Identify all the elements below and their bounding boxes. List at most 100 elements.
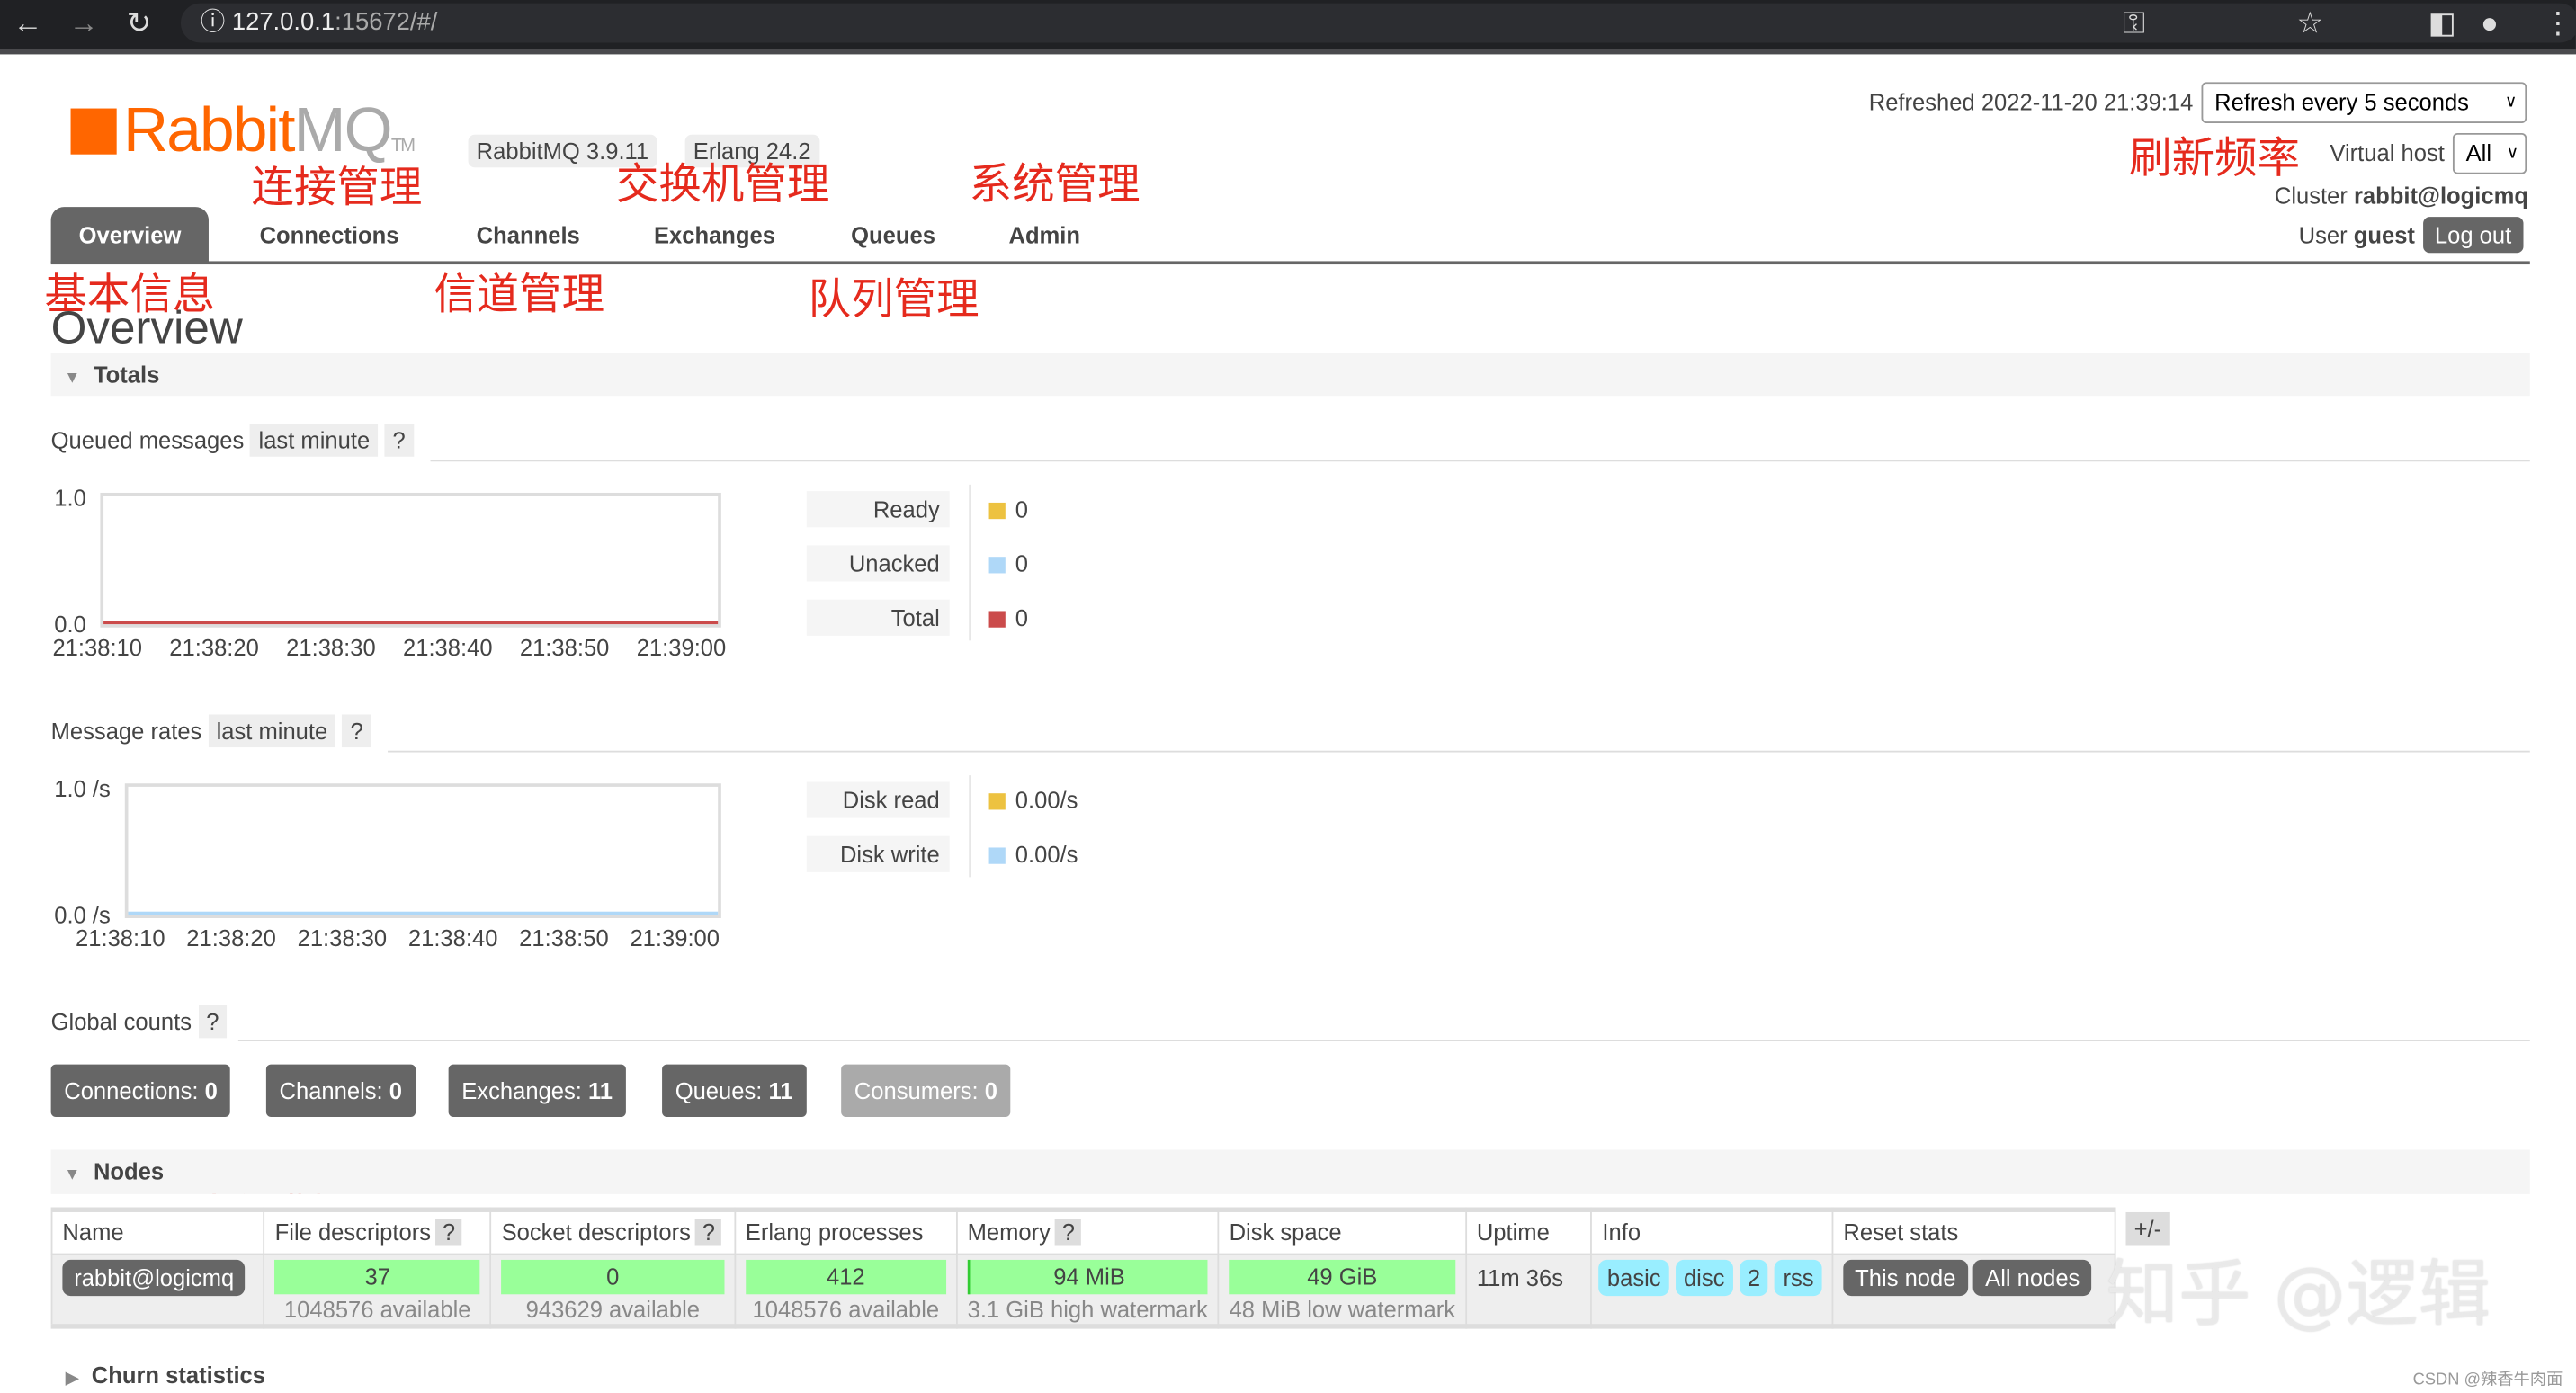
cluster-info: Cluster rabbit@logicmq (2275, 183, 2528, 209)
logo-text-mq: MQ (293, 96, 393, 166)
info-badge: 2 (1739, 1259, 1769, 1297)
channels-count-button[interactable]: Channels: 0 (265, 1064, 416, 1118)
col-disk-space: Disk space (1217, 1209, 1467, 1255)
count-value: 11 (588, 1077, 613, 1104)
disk-write-swatch (988, 847, 1006, 864)
disk-write-value: 0.00/s (1015, 841, 1078, 868)
vhost-select[interactable]: All ∨ (2452, 132, 2527, 174)
tab-queues[interactable]: Queues (851, 207, 935, 263)
total-series-line (103, 621, 719, 625)
chevron-down-icon: ∨ (2506, 144, 2519, 163)
count-value: 0 (984, 1077, 997, 1104)
annotation-exchanges: 交换机管理 (615, 160, 830, 210)
churn-title: Churn statistics (91, 1362, 266, 1389)
disk-read-value: 0.00/s (1015, 786, 1078, 814)
reset-all-nodes-button[interactable]: All nodes (1973, 1259, 2092, 1297)
unacked-swatch (988, 557, 1006, 574)
rates-range-button[interactable]: last minute (208, 714, 336, 748)
total-value: 0 (1015, 604, 1029, 631)
watermark: 知乎 @逻辑 (2106, 1253, 2491, 1337)
help-button[interactable]: ? (384, 424, 414, 457)
star-icon[interactable]: ☆ (2296, 6, 2322, 40)
header-label: Socket descriptors (501, 1219, 691, 1246)
cluster-name: rabbit@logicmq (2353, 182, 2528, 209)
refresh-interval-select[interactable]: Refresh every 5 seconds ∨ (2201, 82, 2527, 123)
header-label: File descriptors (274, 1219, 432, 1246)
y-tick-top: 1.0 (54, 484, 86, 512)
exchanges-count-button[interactable]: Exchanges: 11 (448, 1064, 626, 1118)
triangle-down-icon: ▼ (64, 1165, 81, 1184)
churn-section-header[interactable]: ▶ Churn statistics (66, 1362, 265, 1388)
legend-divider (969, 775, 971, 878)
node-name-link[interactable]: rabbit@logicmq (62, 1259, 246, 1297)
annotation-refresh: 刷新频率 (2129, 134, 2301, 184)
logout-button[interactable]: Log out (2423, 217, 2523, 254)
ready-value: 0 (1015, 496, 1029, 522)
triangle-right-icon: ▶ (66, 1370, 79, 1389)
sd-available: 943629 available (525, 1296, 701, 1323)
x-tick: 21:38:30 (286, 634, 376, 661)
x-tick: 21:39:00 (636, 634, 727, 661)
help-button[interactable]: ? (435, 1219, 462, 1246)
disk-bar: 49 GiB (1229, 1259, 1456, 1295)
uptime-value: 11m 36s (1465, 1253, 1593, 1327)
info-badge: rss (1775, 1259, 1822, 1297)
message-rates-chart (124, 783, 721, 919)
count-value: 0 (204, 1077, 218, 1104)
key-icon[interactable]: ⚿ (2123, 6, 2145, 40)
logo-tm: TM (390, 136, 416, 156)
connections-count-button[interactable]: Connections: 0 (50, 1064, 231, 1118)
menu-icon[interactable]: ⋮ (2543, 6, 2572, 40)
help-button[interactable]: ? (695, 1219, 722, 1246)
url-rest: :15672/#/ (335, 8, 438, 37)
queues-count-button[interactable]: Queues: 11 (662, 1064, 807, 1118)
global-label: Global counts (50, 1008, 192, 1035)
help-button[interactable]: ? (342, 714, 371, 748)
vhost-label: Virtual host (2330, 139, 2445, 166)
queued-range-button[interactable]: last minute (250, 424, 379, 457)
nodes-title: Nodes (93, 1157, 165, 1184)
divider (388, 750, 2530, 753)
sidepanel-icon[interactable]: ◧ (2428, 6, 2456, 40)
table-header-row: Name File descriptors? Socket descriptor… (50, 1209, 2116, 1255)
refreshed-time: Refreshed 2022-11-20 21:39:14 (1868, 88, 2194, 115)
consumers-count-button[interactable]: Consumers: 0 (841, 1064, 1011, 1118)
reset-this-node-button[interactable]: This node (1843, 1259, 1968, 1297)
tab-connections[interactable]: Connections (260, 207, 399, 263)
totals-section-header[interactable]: ▼ Totals (50, 353, 2530, 397)
legend-disk-write-label: Disk write (806, 835, 950, 872)
nodes-section-header[interactable]: ▼ Nodes (50, 1149, 2530, 1194)
col-name: Name (50, 1209, 265, 1255)
legend-divider (969, 484, 971, 641)
back-icon[interactable]: ← (13, 6, 43, 40)
help-button[interactable]: ? (1055, 1219, 1082, 1246)
y-tick-top: 1.0 /s (54, 775, 111, 802)
rates-label: Message rates (50, 718, 202, 745)
x-tick: 21:38:20 (169, 634, 259, 661)
memory-watermark: 3.1 GiB high watermark (967, 1296, 1208, 1323)
disk-watermark: 48 MiB low watermark (1229, 1296, 1456, 1323)
queued-messages-chart (100, 492, 721, 628)
queued-messages-heading: Queued messages last minute ? (50, 424, 414, 457)
x-tick: 21:38:40 (403, 634, 493, 661)
address-bar[interactable]: ⓘ 127.0.0.1:15672/#/ (180, 3, 2576, 43)
tab-channels[interactable]: Channels (477, 207, 580, 263)
count-value: 11 (768, 1077, 793, 1104)
logo-text: Rabbit (122, 96, 295, 166)
count-label: Queues: (675, 1077, 763, 1104)
queued-label: Queued messages (50, 426, 245, 454)
header-label: Memory (967, 1219, 1051, 1246)
legend-total-label: Total (806, 599, 950, 636)
tab-overview[interactable]: Overview (50, 207, 210, 263)
cluster-label: Cluster (2274, 182, 2348, 209)
disk-write-series-line (128, 911, 719, 915)
x-tick: 21:38:50 (519, 634, 610, 661)
tab-exchanges[interactable]: Exchanges (654, 207, 775, 263)
help-button[interactable]: ? (198, 1005, 228, 1039)
forward-icon[interactable]: → (69, 6, 99, 40)
reload-icon[interactable]: ↻ (127, 6, 152, 40)
tab-admin[interactable]: Admin (1008, 207, 1080, 263)
profile-icon[interactable]: ● (2481, 6, 2499, 40)
ep-used-bar: 412 (745, 1259, 946, 1295)
annotation-overview: 基本信息 (44, 271, 216, 321)
